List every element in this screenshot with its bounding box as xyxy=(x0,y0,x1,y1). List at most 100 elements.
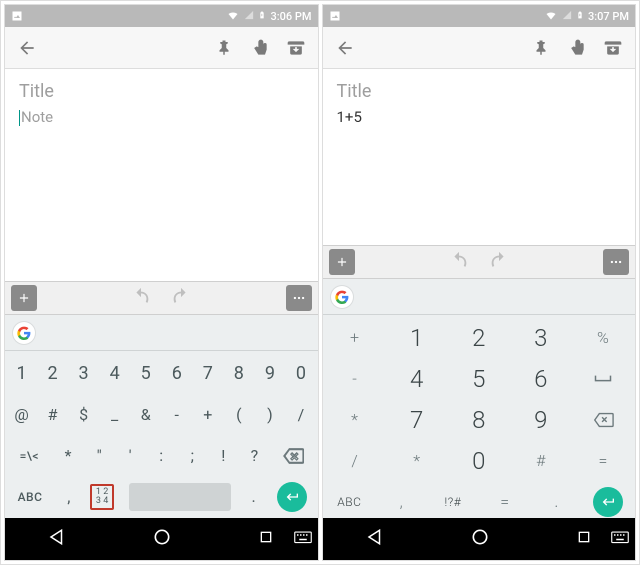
navigation-bar xyxy=(323,518,636,560)
more-button[interactable] xyxy=(603,249,629,275)
key-8[interactable]: 8 xyxy=(448,399,510,440)
key-0[interactable]: 0 xyxy=(285,353,316,394)
key-star[interactable]: * xyxy=(324,399,386,440)
key-star[interactable]: * xyxy=(53,435,84,476)
title-input[interactable]: Title xyxy=(337,81,622,102)
key-plus[interactable]: + xyxy=(192,394,223,435)
key-5[interactable]: 5 xyxy=(130,353,161,394)
key-minus[interactable]: - xyxy=(161,394,192,435)
archive-button[interactable] xyxy=(282,34,310,62)
key-7[interactable]: 7 xyxy=(386,399,448,440)
key-at[interactable]: @ xyxy=(6,394,37,435)
key-4[interactable]: 4 xyxy=(386,358,448,399)
key-0[interactable]: 0 xyxy=(448,440,510,481)
key-more-symbols[interactable]: =\< xyxy=(6,435,53,476)
keyboard-suggestion-bar[interactable] xyxy=(5,315,318,351)
body-input[interactable]: 1+5 xyxy=(337,108,622,126)
key-colon[interactable]: : xyxy=(146,435,177,476)
key-enter[interactable] xyxy=(582,481,634,522)
key-comma[interactable]: , xyxy=(375,481,427,522)
key-space[interactable] xyxy=(572,358,634,399)
key-squote[interactable]: ' xyxy=(115,435,146,476)
body-input[interactable]: Note xyxy=(19,108,304,126)
key-question[interactable]: ? xyxy=(239,435,270,476)
add-button[interactable] xyxy=(11,285,37,311)
key-equals[interactable]: = xyxy=(572,440,634,481)
key-1[interactable]: 1 xyxy=(6,353,37,394)
nav-home-button[interactable] xyxy=(470,527,490,551)
key-underscore[interactable]: _ xyxy=(99,394,130,435)
note-editor[interactable]: Title 1+5 xyxy=(323,69,636,245)
back-button[interactable] xyxy=(331,34,359,62)
undo-button[interactable] xyxy=(124,285,158,311)
key-backspace[interactable] xyxy=(270,435,317,476)
key-semicolon[interactable]: ; xyxy=(177,435,208,476)
note-editor[interactable]: Title Note xyxy=(5,69,318,281)
key-row-4: ABC , 1 23 4 . xyxy=(6,476,317,517)
key-hash[interactable]: # xyxy=(37,394,68,435)
key-numpad-toggle[interactable]: 1 23 4 xyxy=(84,476,121,517)
edit-toolbar xyxy=(5,281,318,315)
key-slash[interactable]: / xyxy=(324,440,386,481)
key-dquote[interactable]: " xyxy=(84,435,115,476)
key-8[interactable]: 8 xyxy=(223,353,254,394)
key-minus[interactable]: - xyxy=(324,358,386,399)
key-9[interactable]: 9 xyxy=(510,399,572,440)
nav-recents-button[interactable] xyxy=(258,529,274,549)
gesture-button[interactable] xyxy=(563,34,591,62)
redo-button[interactable] xyxy=(482,249,516,275)
key-6[interactable]: 6 xyxy=(161,353,192,394)
key-enter[interactable] xyxy=(268,476,316,517)
archive-button[interactable] xyxy=(599,34,627,62)
key-sym-toggle[interactable]: !?# xyxy=(427,481,479,522)
key-7[interactable]: 7 xyxy=(192,353,223,394)
key-3[interactable]: 3 xyxy=(68,353,99,394)
nav-back-button[interactable] xyxy=(366,528,384,550)
title-input[interactable]: Title xyxy=(19,81,304,102)
pin-button[interactable] xyxy=(527,34,555,62)
google-icon[interactable] xyxy=(331,286,353,308)
key-2[interactable]: 2 xyxy=(37,353,68,394)
key-comma[interactable]: , xyxy=(54,476,84,517)
nav-home-button[interactable] xyxy=(152,527,172,551)
key-period[interactable]: . xyxy=(531,481,583,522)
key-rparen[interactable]: ) xyxy=(254,394,285,435)
add-button[interactable] xyxy=(329,249,355,275)
key-starnum[interactable]: * xyxy=(386,440,448,481)
nav-keyboard-icon[interactable] xyxy=(611,530,629,549)
key-abc-toggle[interactable]: ABC xyxy=(6,476,54,517)
key-6[interactable]: 6 xyxy=(510,358,572,399)
key-percent[interactable]: % xyxy=(572,317,634,358)
key-space[interactable] xyxy=(121,476,239,517)
undo-button[interactable] xyxy=(442,249,476,275)
key-bang[interactable]: ! xyxy=(208,435,239,476)
key-plus[interactable]: + xyxy=(324,317,386,358)
key-2[interactable]: 2 xyxy=(448,317,510,358)
back-button[interactable] xyxy=(13,34,41,62)
key-5[interactable]: 5 xyxy=(448,358,510,399)
key-9[interactable]: 9 xyxy=(254,353,285,394)
nav-keyboard-icon[interactable] xyxy=(294,530,312,549)
gesture-button[interactable] xyxy=(246,34,274,62)
key-lparen[interactable]: ( xyxy=(223,394,254,435)
nav-back-button[interactable] xyxy=(48,528,66,550)
more-button[interactable] xyxy=(286,285,312,311)
nav-recents-button[interactable] xyxy=(576,529,592,549)
key-eq[interactable]: = xyxy=(479,481,531,522)
key-abc-toggle[interactable]: ABC xyxy=(324,481,376,522)
key-dollar[interactable]: $ xyxy=(68,394,99,435)
google-icon[interactable] xyxy=(13,322,35,344)
pin-button[interactable] xyxy=(210,34,238,62)
key-hashnum[interactable]: # xyxy=(510,440,572,481)
key-backspace[interactable] xyxy=(572,399,634,440)
key-amp[interactable]: & xyxy=(130,394,161,435)
screenshot-left: 3:06 PM Title Note 1 2 3 4 5 6 7 xyxy=(4,4,319,561)
key-4[interactable]: 4 xyxy=(99,353,130,394)
key-period[interactable]: . xyxy=(239,476,269,517)
redo-button[interactable] xyxy=(164,285,198,311)
key-3[interactable]: 3 xyxy=(510,317,572,358)
key-1[interactable]: 1 xyxy=(386,317,448,358)
status-bar: 3:06 PM xyxy=(5,5,318,27)
keyboard-suggestion-bar[interactable] xyxy=(323,279,636,315)
key-slash[interactable]: / xyxy=(285,394,316,435)
